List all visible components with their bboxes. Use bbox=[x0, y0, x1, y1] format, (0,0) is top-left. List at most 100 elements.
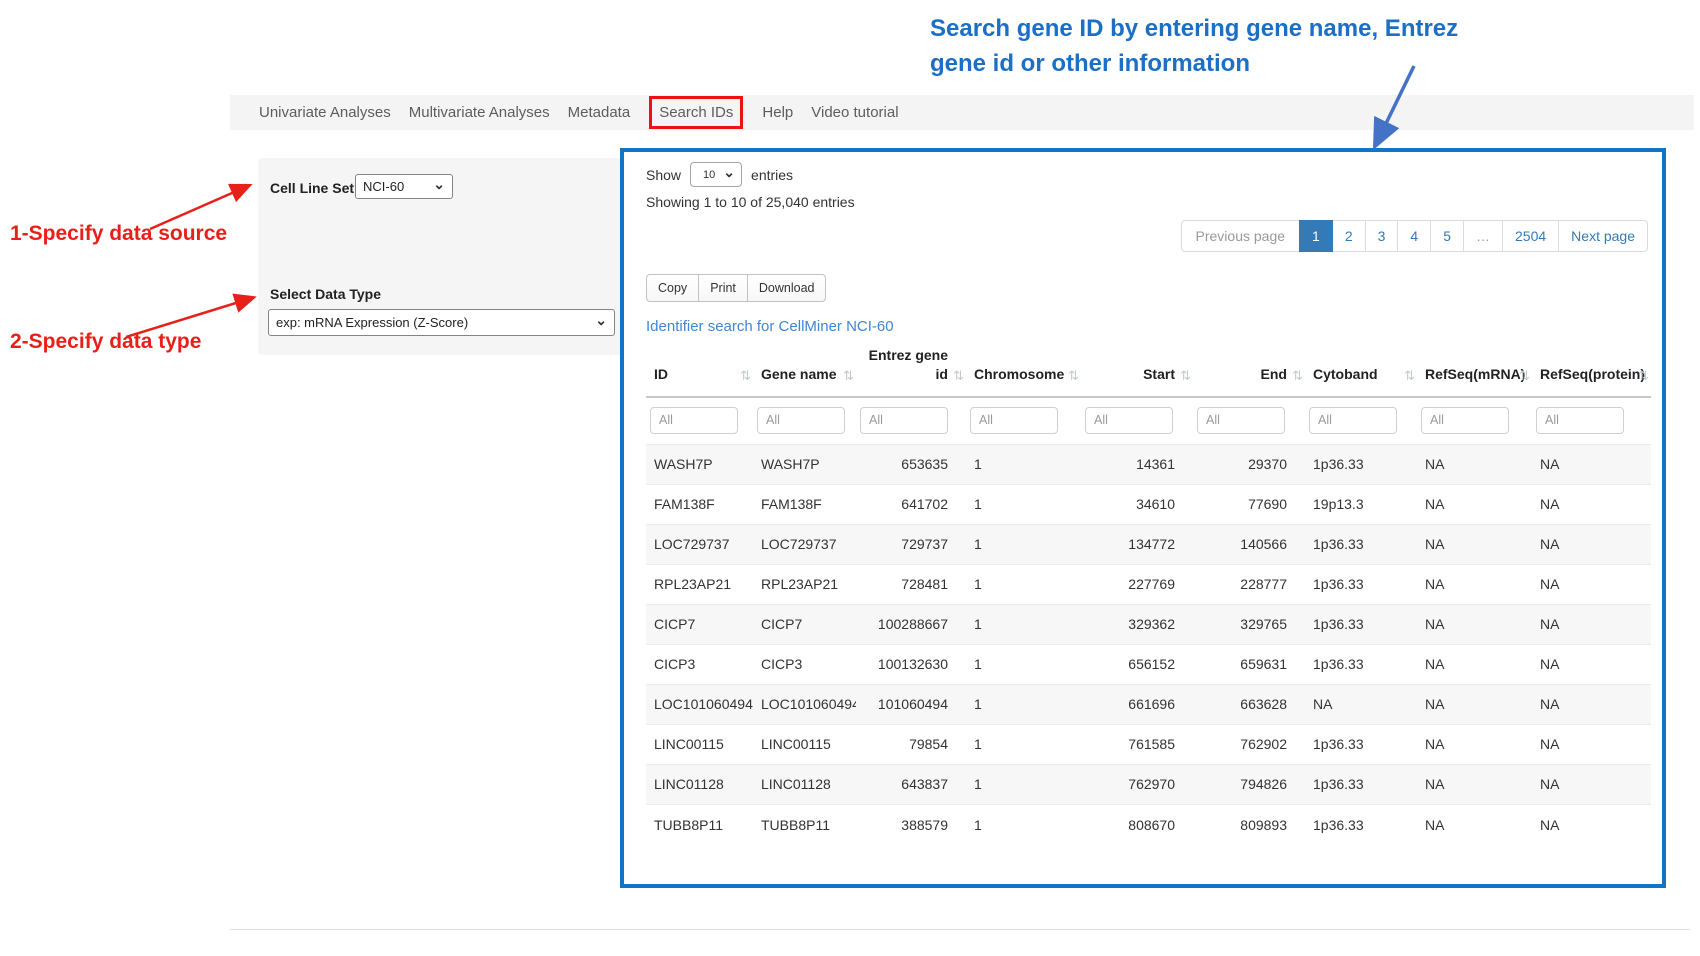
sort-icon[interactable]: ⇅ bbox=[1068, 367, 1079, 385]
cell-line-set-select[interactable]: NCI-60 ⌄ bbox=[355, 174, 453, 199]
identifier-search-link[interactable]: Identifier search for CellMiner NCI-60 bbox=[646, 318, 894, 335]
table-row: CICP7CICP710028866713293623297651p36.33N… bbox=[646, 604, 1651, 644]
copy-button[interactable]: Copy bbox=[646, 274, 699, 302]
column-header-refseq-protein[interactable]: RefSeq(protein)⇅ bbox=[1532, 340, 1651, 397]
sort-icon[interactable]: ⇅ bbox=[1292, 367, 1303, 385]
cell-end: 762902 bbox=[1193, 724, 1305, 764]
cell-cytoband: 1p36.33 bbox=[1305, 724, 1417, 764]
cell-end: 77690 bbox=[1193, 484, 1305, 524]
controls-panel: Cell Line Set NCI-60 ⌄ Select Data Type … bbox=[258, 158, 626, 355]
column-header-line: Start bbox=[1089, 365, 1175, 384]
column-header-start[interactable]: Start ⇅ bbox=[1081, 340, 1193, 397]
page-button-5[interactable]: 5 bbox=[1430, 220, 1464, 252]
column-header-cytoband[interactable]: Cytoband ⇅ bbox=[1305, 340, 1417, 397]
column-header-chromosome[interactable]: Chromosome ⇅ bbox=[966, 340, 1081, 397]
sort-icon[interactable]: ⇅ bbox=[1519, 367, 1530, 385]
table-row: FAM138FFAM138F6417021346107769019p13.3NA… bbox=[646, 484, 1651, 524]
cell-start: 329362 bbox=[1081, 604, 1193, 644]
data-type-value: exp: mRNA Expression (Z-Score) bbox=[276, 315, 468, 330]
cell-start: 34610 bbox=[1081, 484, 1193, 524]
nav-tab-multivariate-analyses[interactable]: Multivariate Analyses bbox=[408, 102, 551, 123]
filter-input-entrez-gene-id[interactable] bbox=[860, 407, 948, 434]
sort-icon[interactable]: ⇅ bbox=[843, 367, 854, 385]
nav-tab-metadata[interactable]: Metadata bbox=[567, 102, 632, 123]
filter-input-gene-name[interactable] bbox=[757, 407, 845, 434]
page-length-select[interactable]: 10 ⌄ bbox=[690, 162, 742, 187]
sort-icon[interactable]: ⇅ bbox=[740, 367, 751, 385]
gene-table-header-row: ID⇅Gene name⇅Entrez geneid⇅Chromosome⇅St… bbox=[646, 340, 1651, 397]
cell-chromosome: 1 bbox=[966, 804, 1081, 844]
cell-entrez-gene-id: 79854 bbox=[856, 724, 966, 764]
filter-input-end[interactable] bbox=[1197, 407, 1285, 434]
next-page-button[interactable]: Next page bbox=[1558, 220, 1648, 252]
column-header-end[interactable]: End ⇅ bbox=[1193, 340, 1305, 397]
filter-input-refseq-mrna[interactable] bbox=[1421, 407, 1509, 434]
column-header-line: ID bbox=[654, 365, 735, 384]
cell-id: LOC729737 bbox=[646, 524, 753, 564]
cell-chromosome: 1 bbox=[966, 644, 1081, 684]
filter-input-start[interactable] bbox=[1085, 407, 1173, 434]
sort-icon[interactable]: ⇅ bbox=[1180, 367, 1191, 385]
column-header-line: Cytoband bbox=[1313, 365, 1399, 384]
show-label: Show bbox=[646, 167, 681, 183]
column-header-id[interactable]: ID ⇅ bbox=[646, 340, 753, 397]
cell-start: 14361 bbox=[1081, 444, 1193, 484]
cell-line-set-value: NCI-60 bbox=[363, 179, 404, 194]
page-button-1[interactable]: 1 bbox=[1299, 220, 1333, 252]
sort-icon[interactable]: ⇅ bbox=[1404, 367, 1415, 385]
nav-tab-help[interactable]: Help bbox=[761, 102, 794, 123]
search-instruction-line2: gene id or other information bbox=[930, 47, 1530, 82]
pagination-ellipsis: … bbox=[1463, 220, 1503, 252]
page-button-4[interactable]: 4 bbox=[1397, 220, 1431, 252]
print-button[interactable]: Print bbox=[698, 274, 748, 302]
filter-input-refseq-protein[interactable] bbox=[1536, 407, 1624, 434]
nav-tab-search-ids[interactable]: Search IDs bbox=[649, 96, 743, 129]
column-header-gene-name[interactable]: Gene name ⇅ bbox=[753, 340, 856, 397]
cell-chromosome: 1 bbox=[966, 684, 1081, 724]
showing-entries-text: Showing 1 to 10 of 25,040 entries bbox=[646, 194, 855, 210]
column-header-line: Gene name bbox=[761, 365, 838, 384]
column-header-entrez-gene-id[interactable]: Entrez geneid⇅ bbox=[856, 340, 966, 397]
page-button-2504[interactable]: 2504 bbox=[1502, 220, 1559, 252]
cell-end: 794826 bbox=[1193, 764, 1305, 804]
table-row: TUBB8P11TUBB8P1138857918086708098931p36.… bbox=[646, 804, 1651, 844]
nav-tab-video-tutorial[interactable]: Video tutorial bbox=[810, 102, 899, 123]
cell-refseq-mrna: NA bbox=[1417, 444, 1532, 484]
sort-icon[interactable]: ⇅ bbox=[953, 367, 964, 385]
cell-entrez-gene-id: 729737 bbox=[856, 524, 966, 564]
search-instruction-line1: Search gene ID by entering gene name, En… bbox=[930, 12, 1530, 47]
cell-cytoband: 1p36.33 bbox=[1305, 644, 1417, 684]
cell-id: CICP3 bbox=[646, 644, 753, 684]
download-button[interactable]: Download bbox=[747, 274, 827, 302]
nav-tab-univariate-analyses[interactable]: Univariate Analyses bbox=[258, 102, 392, 123]
cell-entrez-gene-id: 100132630 bbox=[856, 644, 966, 684]
table-row: CICP3CICP310013263016561526596311p36.33N… bbox=[646, 644, 1651, 684]
filter-input-id[interactable] bbox=[650, 407, 738, 434]
sort-icon[interactable]: ⇅ bbox=[1638, 367, 1649, 385]
page-button-3[interactable]: 3 bbox=[1365, 220, 1399, 252]
column-header-refseq-mrna[interactable]: RefSeq(mRNA)⇅ bbox=[1417, 340, 1532, 397]
filter-cell-end bbox=[1193, 397, 1305, 445]
bottom-divider bbox=[230, 929, 1690, 930]
column-header-line: Chromosome bbox=[974, 365, 1063, 384]
cell-id: LINC00115 bbox=[646, 724, 753, 764]
cell-refseq-protein: NA bbox=[1532, 684, 1651, 724]
cell-start: 761585 bbox=[1081, 724, 1193, 764]
cell-refseq-protein: NA bbox=[1532, 804, 1651, 844]
cell-id: LOC101060494 bbox=[646, 684, 753, 724]
previous-page-button[interactable]: Previous page bbox=[1181, 220, 1301, 252]
cell-cytoband: 1p36.33 bbox=[1305, 804, 1417, 844]
column-header-line: End bbox=[1201, 365, 1287, 384]
page-button-2[interactable]: 2 bbox=[1332, 220, 1366, 252]
gene-table: ID⇅Gene name⇅Entrez geneid⇅Chromosome⇅St… bbox=[646, 340, 1651, 844]
cell-refseq-mrna: NA bbox=[1417, 724, 1532, 764]
filter-input-cytoband[interactable] bbox=[1309, 407, 1397, 434]
cell-gene-name: RPL23AP21 bbox=[753, 564, 856, 604]
filter-input-chromosome[interactable] bbox=[970, 407, 1058, 434]
cell-refseq-protein: NA bbox=[1532, 644, 1651, 684]
cell-refseq-protein: NA bbox=[1532, 524, 1651, 564]
cell-end: 663628 bbox=[1193, 684, 1305, 724]
cell-cytoband: 19p13.3 bbox=[1305, 484, 1417, 524]
cell-chromosome: 1 bbox=[966, 444, 1081, 484]
data-type-select[interactable]: exp: mRNA Expression (Z-Score) ⌄ bbox=[268, 309, 615, 336]
